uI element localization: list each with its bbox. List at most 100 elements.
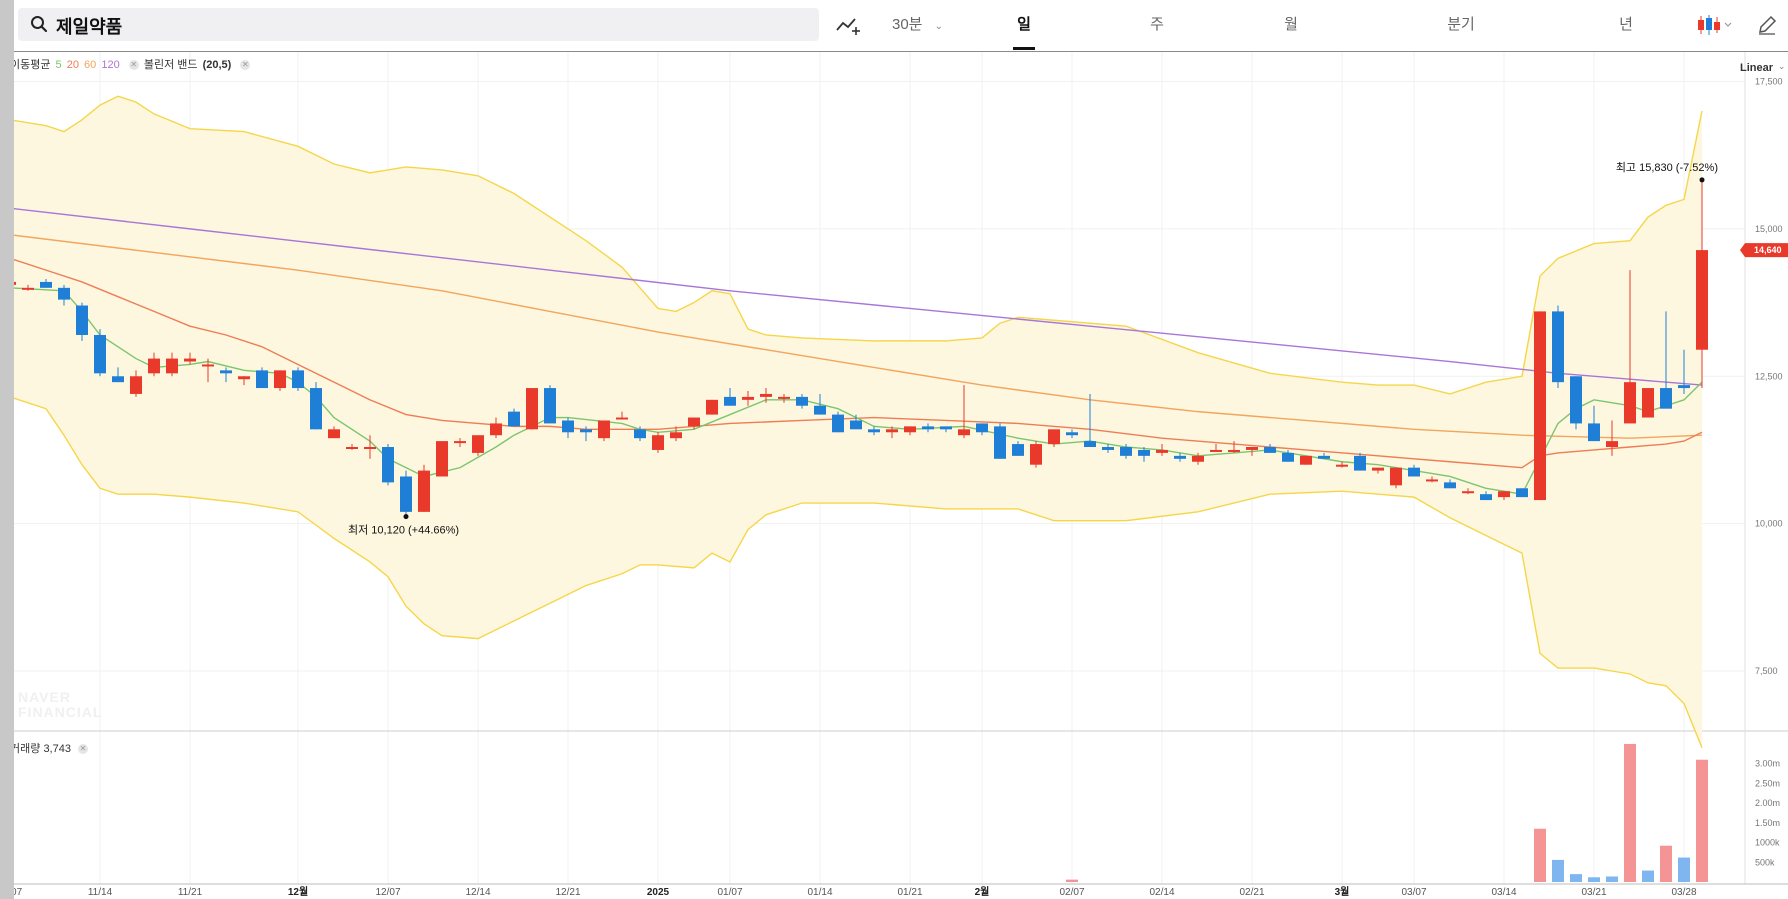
candle-body	[1318, 455, 1330, 459]
candle-body	[724, 396, 736, 406]
candle-body	[1480, 494, 1492, 501]
volume-legend: 거래량 3,743 ✕	[14, 740, 96, 756]
tab-day[interactable]: 일	[999, 0, 1049, 50]
volume-bar	[1606, 876, 1618, 882]
candle-body	[1570, 376, 1582, 424]
trend-line-icon	[836, 18, 860, 35]
tab-quarter[interactable]: 분기	[1431, 0, 1491, 50]
search-box[interactable]: 제일약품	[18, 8, 819, 41]
ma-label: 이동평균	[14, 59, 51, 71]
candle-body	[652, 435, 664, 450]
candle-body	[1336, 464, 1348, 467]
volume-bar	[1678, 857, 1690, 882]
bb-params: (20,5)	[202, 59, 232, 71]
candle-body	[1498, 491, 1510, 498]
candle-body	[1066, 432, 1078, 436]
time-tick-label: 11/14	[88, 887, 113, 898]
high-label: 최고 15,830 (-7.52%)	[1616, 161, 1718, 174]
candle-body	[1606, 441, 1618, 448]
candle-body	[1030, 444, 1042, 465]
candle-body	[202, 364, 214, 367]
tab-year[interactable]: 년	[1601, 0, 1651, 50]
ma-120: 120	[101, 59, 120, 71]
candle-body	[256, 370, 268, 389]
last-price-label: 14,640	[1754, 245, 1782, 255]
low-marker	[403, 514, 409, 520]
remove-volume-icon[interactable]: ✕	[78, 744, 89, 754]
candle-body	[688, 417, 700, 427]
ma-60: 60	[84, 59, 97, 71]
remove-ma-icon[interactable]: ✕	[128, 60, 139, 70]
candle-body	[904, 426, 916, 433]
candle-body	[112, 376, 124, 383]
volume-tick-label: 3.00m	[1755, 759, 1780, 769]
volume-bar	[1588, 877, 1600, 882]
indicator-legend: 이동평균 5 20 60 120 ✕ 볼린저 밴드 (20,5) ✕	[14, 56, 252, 72]
time-tick-label: 2025	[647, 887, 670, 898]
volume-tick-label: 1.50m	[1755, 818, 1780, 828]
draw-tool-button[interactable]	[836, 14, 862, 36]
volume-bar	[1660, 845, 1672, 882]
interval-dropdown[interactable]: 30분 ⌄	[892, 0, 943, 50]
candle-body	[1462, 491, 1474, 494]
time-tick-label: 3월	[1335, 886, 1350, 898]
candle-body	[1120, 447, 1132, 456]
candle-body	[1282, 452, 1294, 462]
candle-body	[346, 447, 358, 450]
volume-tick-label: 2.50m	[1755, 778, 1780, 788]
remove-bb-icon[interactable]: ✕	[240, 60, 251, 70]
tab-month[interactable]: 월	[1266, 0, 1316, 50]
candle-body	[1210, 449, 1222, 452]
volume-tick-label: 1000k	[1755, 838, 1780, 848]
volume-bar	[1642, 870, 1654, 882]
candle-body	[490, 423, 502, 436]
candle-body	[868, 429, 880, 433]
time-tick-label: 03/07	[1401, 887, 1426, 898]
time-tick-label: 2월	[975, 886, 990, 898]
volume-bar	[1534, 828, 1546, 882]
candle-body	[832, 414, 844, 433]
candle-body	[976, 423, 988, 433]
candle-body	[1444, 482, 1456, 489]
ma-5: 5	[55, 59, 62, 71]
candle-body	[292, 370, 304, 389]
volume-label: 거래량	[14, 743, 41, 755]
candle-body	[1534, 311, 1546, 501]
candle-body	[14, 281, 16, 285]
candle-body	[76, 305, 88, 335]
candle-body	[364, 447, 376, 450]
candle-body	[526, 388, 538, 430]
time-tick-label: 01/07	[717, 887, 742, 898]
candle-body	[184, 358, 196, 362]
scale-dropdown[interactable]: Linear	[1740, 62, 1773, 74]
candle-body	[850, 420, 862, 430]
bb-label: 볼린저 밴드	[143, 59, 198, 71]
volume-value: 3,743	[43, 743, 71, 755]
chevron-down-icon: ⌄	[934, 21, 944, 32]
candle-body	[1354, 455, 1366, 471]
watermark-logo: NAVER FINANCIAL	[18, 689, 103, 720]
candle-body	[796, 396, 808, 406]
candle-body	[1642, 388, 1654, 418]
candle-body	[1588, 423, 1600, 442]
chart-window: 17,500 15,000 12,500 10,000 7,500 3.00m 2.50m 2…	[14, 0, 1788, 899]
candle-body	[166, 358, 178, 374]
stock-chart[interactable]: 17,500 15,000 12,500 10,000 7,500 3.00m 2.50m 2…	[14, 0, 1788, 899]
search-icon	[31, 16, 48, 33]
candle-body	[634, 429, 646, 439]
volume-tick-label: 2.00m	[1755, 798, 1780, 808]
volume-bar	[1624, 743, 1636, 882]
candle-body	[1156, 449, 1168, 453]
time-tick-label: 02/14	[1149, 887, 1174, 898]
tab-week[interactable]: 주	[1132, 0, 1182, 50]
price-tick-label: 12,500	[1755, 371, 1783, 381]
candle-body	[940, 426, 952, 430]
low-label: 최저 10,120 (+44.66%)	[348, 524, 459, 537]
toolbar: 제일약품 30분 ⌄ 일 주 월 분기 년	[14, 0, 1788, 52]
chart-type-dropdown[interactable]	[1696, 14, 1732, 36]
pencil-icon[interactable]	[1756, 14, 1778, 36]
candle-body	[58, 287, 70, 300]
time-tick-label: 01/21	[897, 887, 922, 898]
time-tick-label: 12/21	[555, 887, 580, 898]
candle-body	[1624, 382, 1636, 424]
